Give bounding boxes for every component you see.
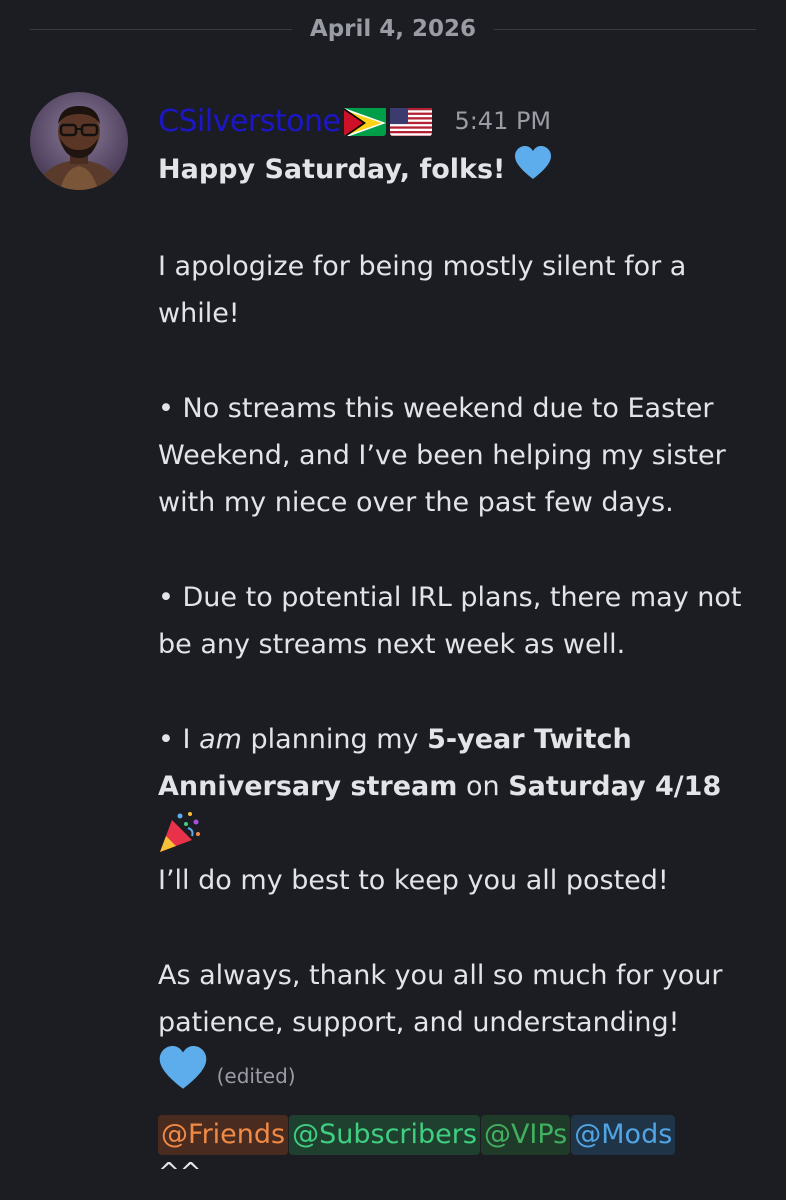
edited-label: (edited) [216, 1064, 296, 1088]
avatar[interactable] [30, 92, 128, 190]
apology-text: I apologize for being mostly silent for … [158, 251, 687, 329]
guyana-flag-icon [344, 106, 387, 136]
message-header: CSilverstone 5:41 PM [158, 96, 768, 146]
usa-flag-icon [390, 106, 433, 136]
message-body: CSilverstone 5:41 PM Happy Saturday, fol… [158, 96, 768, 1188]
blue-heart-icon [514, 146, 552, 195]
mention-friends[interactable]: @Friends [158, 1115, 289, 1155]
greeting-line: Happy Saturday, folks! [158, 146, 768, 195]
divider-line-right [494, 28, 756, 30]
timestamp: 5:41 PM [454, 106, 552, 135]
bullet3-italic: am [199, 724, 242, 755]
greeting-text: Happy Saturday, folks! [158, 154, 506, 185]
divider-line-left [30, 28, 292, 30]
bullet-irl-plans: • Due to potential IRL plans, there may … [158, 582, 742, 660]
bullet-no-streams: • No streams this weekend due to Easter … [158, 393, 726, 518]
date-divider-text: April 4, 2026 [309, 16, 477, 42]
mention-subscribers[interactable]: @Subscribers [289, 1115, 480, 1155]
heart-edited-line: (edited) [158, 1046, 768, 1105]
bullet3-mid2: on [457, 771, 509, 802]
posted-text: I’ll do my best to keep you all posted! [158, 865, 669, 896]
mention-vips[interactable]: @VIPs [480, 1115, 571, 1155]
bullet3-prefix: • I [158, 724, 200, 755]
trailing-caret-text: ^^ [158, 1158, 202, 1188]
mentions-line: @Friends @Subscribers @VIPs @Mods [158, 1111, 768, 1158]
bullet3-bold2: Saturday 4/18 [508, 771, 722, 802]
thanks-text: As always, thank you all so much for you… [158, 960, 723, 1038]
username[interactable]: CSilverstone [158, 98, 341, 145]
party-popper-line [158, 810, 768, 857]
bullet-anniversary: • I am planning my 5-year Twitch Anniver… [158, 716, 768, 810]
bullet3-mid1: planning my [241, 724, 428, 755]
mention-mods[interactable]: @Mods [571, 1115, 676, 1155]
blue-heart-icon [158, 1046, 208, 1105]
date-divider: April 4, 2026 [30, 14, 756, 44]
